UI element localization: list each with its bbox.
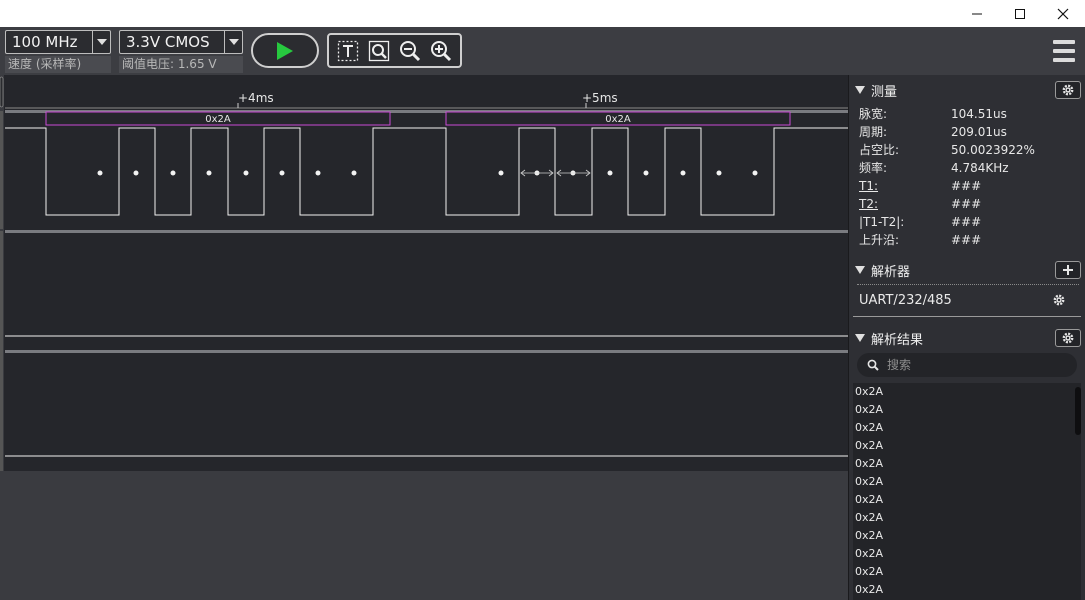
results-list[interactable]: 0x2A 0x2A 0x2A 0x2A 0x2A 0x2A 0x2A 0x2A … (853, 383, 1081, 600)
list-item[interactable]: 0x2A (853, 527, 1081, 545)
maximize-button[interactable] (997, 0, 1043, 27)
measure-section-header[interactable]: 测量 (855, 81, 898, 100)
toolbar: 100 MHz 速度 (采样率) 3.3V CMOS 阈值电压: 1.65 V (0, 27, 1085, 75)
view-tools (327, 33, 462, 68)
zoom-fit-icon (368, 40, 390, 61)
search-icon (867, 359, 879, 371)
list-item[interactable]: 0x2A (853, 563, 1081, 581)
decoder-section-header[interactable]: 解析器 (855, 261, 911, 280)
list-item[interactable]: 0x2A (853, 437, 1081, 455)
divider (853, 316, 1081, 317)
list-item[interactable]: 0x2A (853, 545, 1081, 563)
measurement-row: 周期: 209.01us (859, 125, 1007, 139)
channel-0-signal (5, 127, 848, 216)
run-button[interactable] (251, 33, 319, 68)
measure-settings-button[interactable] (1055, 81, 1081, 99)
list-item[interactable]: 0x2A (853, 455, 1081, 473)
collapse-triangle-icon[interactable] (855, 86, 865, 94)
title-bar (0, 0, 1085, 27)
zoom-out-icon (399, 40, 420, 61)
zoom-out-button[interactable] (397, 38, 423, 64)
decoder-title: 解析器 (871, 264, 911, 280)
threshold-voltage-label: 阈值电压: 1.65 V (119, 56, 243, 73)
add-decoder-button[interactable] (1055, 261, 1081, 279)
results-search[interactable] (857, 353, 1077, 377)
divider (857, 284, 1079, 285)
collapse-triangle-icon[interactable] (855, 266, 865, 274)
measurement-row: 频率: 4.784KHz (859, 161, 1009, 175)
maximize-icon (1015, 8, 1025, 19)
play-icon (277, 41, 293, 60)
search-input[interactable] (887, 358, 1057, 372)
gear-icon (1062, 84, 1074, 96)
list-item[interactable]: 0x2A (853, 401, 1081, 419)
measure-title: 测量 (871, 84, 898, 100)
time-marker-label: +4ms (238, 91, 274, 105)
results-settings-button[interactable] (1055, 329, 1081, 347)
decoder-item[interactable]: UART/232/485 (859, 292, 1079, 310)
waveform-area[interactable]: +4ms +5ms 0x2A 0x2A (0, 75, 848, 471)
chevron-down-icon[interactable] (224, 31, 242, 53)
list-item[interactable]: 0x2A (853, 509, 1081, 527)
decoder-settings-button[interactable] (1052, 293, 1066, 310)
decoded-frame-label: 0x2A (205, 114, 231, 125)
plus-icon (1063, 265, 1073, 275)
collapse-triangle-icon[interactable] (855, 334, 865, 342)
measurement-row: |T1-T2|: ### (859, 215, 982, 229)
bit-sample-dots (97, 170, 758, 176)
chevron-down-icon[interactable] (92, 31, 110, 53)
results-title: 解析结果 (871, 332, 924, 348)
list-item[interactable]: 0x2A (853, 419, 1081, 437)
list-item[interactable]: 0x2A (853, 581, 1081, 599)
measurement-row: 脉宽: 104.51us (859, 107, 1007, 121)
minimize-icon (972, 13, 982, 14)
list-item[interactable]: 0x2A (853, 473, 1081, 491)
text-cursor-icon (338, 40, 359, 61)
close-button[interactable] (1040, 0, 1085, 27)
measurement-row-t2[interactable]: T2: ### (859, 195, 1079, 213)
sample-rate-value: 100 MHz (12, 33, 78, 51)
minimize-button[interactable] (954, 0, 1000, 27)
waveform-canvas[interactable]: +4ms +5ms 0x2A 0x2A (0, 75, 848, 471)
list-item[interactable]: 0x2A (853, 383, 1081, 401)
zoom-fit-button[interactable] (366, 38, 392, 64)
zoom-in-icon (430, 40, 451, 61)
zoom-in-button[interactable] (428, 38, 454, 64)
measurement-row: 占空比: 50.0023922% (859, 143, 1035, 157)
text-cursor-button[interactable] (335, 38, 361, 64)
side-panel: 测量 脉宽: 104.51us 周期: 209.01us 占空比: 50.002392… (848, 75, 1085, 600)
empty-channel-area (0, 471, 848, 600)
threshold-voltage-value: 3.3V CMOS (126, 33, 210, 51)
measurement-row: 上升沿: ### (859, 233, 982, 247)
sample-rate-label: 速度 (采样率) (5, 56, 111, 73)
measurement-row-t1[interactable]: T1: ### (859, 177, 1079, 195)
results-scrollbar[interactable] (1075, 387, 1081, 435)
gear-icon (1053, 294, 1065, 306)
close-icon (1057, 8, 1069, 19)
gear-icon (1062, 332, 1074, 344)
sample-rate-select[interactable]: 100 MHz (5, 30, 111, 54)
results-section-header[interactable]: 解析结果 (855, 329, 924, 348)
decoded-frame-label: 0x2A (605, 114, 631, 125)
threshold-voltage-select[interactable]: 3.3V CMOS (119, 30, 243, 54)
list-item[interactable]: 0x2A (853, 491, 1081, 509)
decoder-name: UART/232/485 (859, 293, 952, 308)
hamburger-menu-icon[interactable] (1050, 37, 1078, 65)
time-marker-label: +5ms (582, 91, 618, 105)
